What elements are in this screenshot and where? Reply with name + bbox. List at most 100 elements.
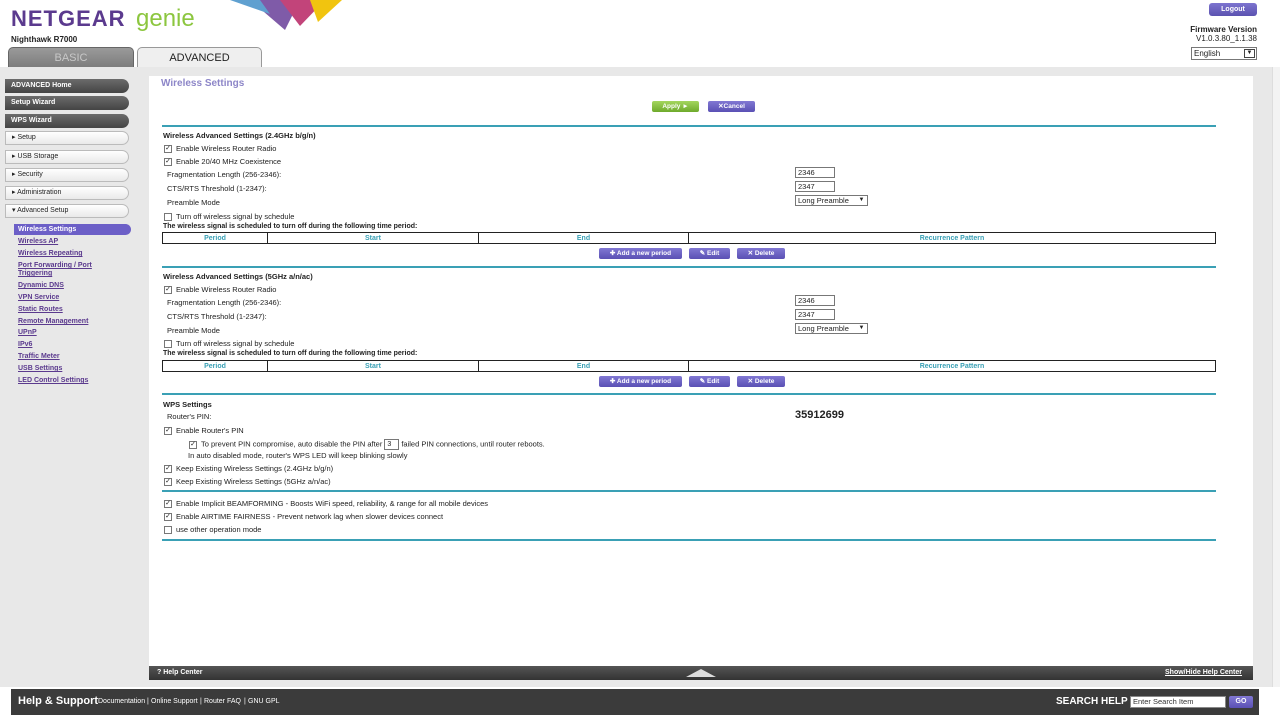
footer-link-router-faq[interactable]: Router FAQ bbox=[204, 698, 241, 705]
keep-5-checkbox[interactable]: ✓ bbox=[164, 478, 172, 487]
nav-security[interactable]: ▸ Security bbox=[5, 168, 129, 182]
enable-radio-5-label: Enable Wireless Router Radio bbox=[176, 285, 277, 294]
edit-24-button[interactable]: ✎ Edit bbox=[689, 248, 730, 259]
page-scrollbar[interactable] bbox=[1272, 67, 1280, 687]
sidebar-item-remote-management[interactable]: Remote Management bbox=[18, 318, 88, 326]
beamforming-checkbox[interactable]: ✓ bbox=[164, 500, 172, 509]
sidebar-item-static-routes[interactable]: Static Routes bbox=[18, 306, 63, 314]
preamble-5-value: Long Preamble bbox=[798, 324, 849, 333]
footer-divider: | bbox=[200, 698, 202, 705]
preamble-5-select[interactable]: Long Preamble ▼ bbox=[795, 323, 868, 334]
keep-5-row: ✓ Keep Existing Wireless Settings (5GHz a… bbox=[164, 477, 331, 487]
cancel-button[interactable]: ✕Cancel bbox=[708, 101, 755, 112]
sidebar-item-port-triggering[interactable]: Triggering bbox=[18, 270, 52, 278]
other-mode-checkbox[interactable] bbox=[164, 526, 172, 535]
footer-link-online-support[interactable]: Online Support bbox=[151, 698, 198, 705]
frag-24-label: Fragmentation Length (256-2346): bbox=[167, 170, 282, 179]
footer-divider: | bbox=[147, 698, 149, 705]
schedule-5-checkbox[interactable] bbox=[164, 340, 172, 349]
nav-setup[interactable]: ▸ Setup bbox=[5, 131, 129, 145]
enable-radio-24-checkbox[interactable]: ✓ bbox=[164, 145, 172, 154]
pin-fail-count-input[interactable]: 3 bbox=[384, 439, 400, 450]
schedule-24-checkbox[interactable] bbox=[164, 213, 172, 222]
prevent-pin-checkbox[interactable]: ✓ bbox=[189, 440, 197, 449]
sidebar-item-wireless-settings[interactable]: Wireless Settings bbox=[14, 224, 131, 235]
col-period: Period bbox=[162, 232, 268, 244]
footer-title: Help & Support bbox=[18, 695, 99, 707]
preamble-24-select[interactable]: Long Preamble ▼ bbox=[795, 195, 868, 206]
language-select[interactable]: English ▼ bbox=[1191, 47, 1257, 60]
col-end: End bbox=[478, 232, 689, 244]
nav-setup-wizard[interactable]: Setup Wizard bbox=[5, 96, 129, 110]
search-go-button[interactable]: GO bbox=[1229, 696, 1253, 708]
airtime-checkbox[interactable]: ✓ bbox=[164, 513, 172, 522]
enable-radio-5-checkbox[interactable]: ✓ bbox=[164, 286, 172, 295]
frag-5-input[interactable]: 2346 bbox=[795, 295, 835, 306]
footer-link-gnu-gpl[interactable]: GNU GPL bbox=[248, 698, 280, 705]
sidebar-item-dynamic-dns[interactable]: Dynamic DNS bbox=[18, 282, 64, 290]
preamble-24-label: Preamble Mode bbox=[167, 198, 220, 207]
schedule-24-row: Turn off wireless signal by schedule bbox=[164, 212, 294, 222]
sidebar-item-port-forwarding[interactable]: Port Forwarding / Port bbox=[18, 262, 92, 270]
cts-24-input[interactable]: 2347 bbox=[795, 181, 835, 192]
enable-radio-24-label: Enable Wireless Router Radio bbox=[176, 144, 277, 153]
sidebar-item-upnp[interactable]: UPnP bbox=[18, 329, 37, 337]
show-hide-help-link[interactable]: Show/Hide Help Center bbox=[1165, 666, 1242, 680]
beamforming-row: ✓ Enable Implicit BEAMFORMING - Boosts Wi… bbox=[164, 499, 488, 509]
schedule-24-title: The wireless signal is scheduled to turn… bbox=[163, 223, 418, 230]
schedule-5-title: The wireless signal is scheduled to turn… bbox=[163, 350, 418, 357]
sidebar-item-led-control-settings[interactable]: LED Control Settings bbox=[18, 377, 88, 385]
section-title-5ghz: Wireless Advanced Settings (5GHz a/n/ac) bbox=[163, 272, 313, 281]
sidebar-item-traffic-meter[interactable]: Traffic Meter bbox=[18, 353, 60, 361]
section-divider bbox=[162, 393, 1216, 395]
schedule-24-table: Period Start End Recurrence Pattern bbox=[162, 232, 1216, 244]
keep-24-row: ✓ Keep Existing Wireless Settings (2.4GHz… bbox=[164, 464, 334, 474]
apply-button[interactable]: Apply ► bbox=[652, 101, 699, 112]
router-pin-label: Router's PIN: bbox=[167, 412, 212, 421]
cts-5-label: CTS/RTS Threshold (1-2347): bbox=[167, 312, 267, 321]
language-value: English bbox=[1194, 49, 1221, 58]
sidebar-item-wireless-repeating[interactable]: Wireless Repeating bbox=[18, 250, 83, 258]
airtime-row: ✓ Enable AIRTIME FAIRNESS - Prevent netwo… bbox=[164, 512, 443, 522]
help-icon: ? bbox=[157, 669, 162, 676]
add-period-5-button[interactable]: ✚ Add a new period bbox=[599, 376, 682, 387]
sidebar-item-wireless-ap[interactable]: Wireless AP bbox=[18, 238, 58, 246]
chevron-down-icon: ▼ bbox=[1244, 49, 1255, 58]
enable-coexist-checkbox[interactable]: ✓ bbox=[164, 158, 172, 167]
sidebar-item-vpn-service[interactable]: VPN Service bbox=[18, 294, 59, 302]
col-recurrence: Recurrence Pattern bbox=[688, 360, 1216, 372]
footer-link-documentation[interactable]: Documentation bbox=[98, 698, 145, 705]
add-period-24-button[interactable]: ✚ Add a new period bbox=[599, 248, 682, 259]
sidebar-item-usb-settings[interactable]: USB Settings bbox=[18, 365, 62, 373]
delete-24-button[interactable]: ✕ Delete bbox=[737, 248, 785, 259]
nav-administration[interactable]: ▸ Administration bbox=[5, 186, 129, 200]
delete-5-button[interactable]: ✕ Delete bbox=[737, 376, 785, 387]
frag-24-input[interactable]: 2346 bbox=[795, 167, 835, 178]
nav-wps-wizard[interactable]: WPS Wizard bbox=[5, 114, 129, 128]
chevron-down-icon: ▼ bbox=[858, 197, 865, 203]
enable-pin-row: ✓ Enable Router's PIN bbox=[164, 426, 244, 436]
logout-button[interactable]: Logout bbox=[1209, 3, 1257, 16]
frag-5-label: Fragmentation Length (256-2346): bbox=[167, 298, 282, 307]
help-center-label[interactable]: ? Help Center bbox=[157, 666, 203, 680]
nav-advanced-home[interactable]: ADVANCED Home bbox=[5, 79, 129, 93]
enable-pin-checkbox[interactable]: ✓ bbox=[164, 427, 172, 436]
edit-5-button[interactable]: ✎ Edit bbox=[689, 376, 730, 387]
nav-usb-storage[interactable]: ▸ USB Storage bbox=[5, 150, 129, 164]
tab-basic[interactable]: BASIC bbox=[8, 47, 134, 67]
tab-advanced[interactable]: ADVANCED bbox=[137, 47, 262, 67]
auto-disable-note: In auto disabled mode, router's WPS LED … bbox=[188, 451, 408, 460]
sidebar-item-ipv6[interactable]: IPv6 bbox=[18, 341, 32, 349]
col-period: Period bbox=[162, 360, 268, 372]
keep-24-label: Keep Existing Wireless Settings (2.4GHz … bbox=[176, 464, 334, 473]
section-title-24ghz: Wireless Advanced Settings (2.4GHz b/g/n… bbox=[163, 131, 316, 140]
schedule-5-table: Period Start End Recurrence Pattern bbox=[162, 360, 1216, 372]
search-input[interactable]: Enter Search Item bbox=[1130, 696, 1226, 708]
help-toggle-arrow-icon[interactable] bbox=[686, 669, 716, 677]
genie-logo: genie bbox=[136, 5, 195, 32]
enable-coexist-row: ✓ Enable 20/40 MHz Coexistence bbox=[164, 157, 281, 167]
keep-24-checkbox[interactable]: ✓ bbox=[164, 465, 172, 474]
cts-5-input[interactable]: 2347 bbox=[795, 309, 835, 320]
header-banner-graphic bbox=[230, 0, 345, 32]
nav-advanced-setup[interactable]: ▾ Advanced Setup bbox=[5, 204, 129, 218]
